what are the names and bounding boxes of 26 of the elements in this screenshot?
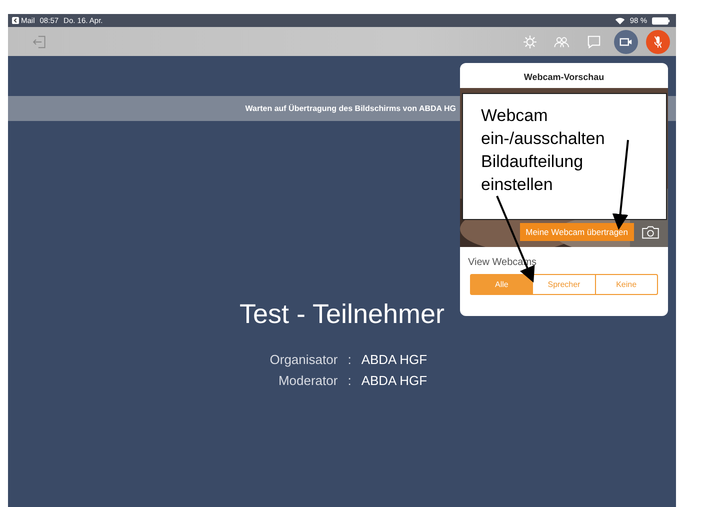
role-value: ABDA HGF — [361, 373, 428, 388]
annotation-text: Bildaufteilung — [481, 151, 584, 173]
role-separator: : — [348, 352, 352, 367]
view-segment[interactable]: Alle — [471, 275, 532, 294]
wifi-icon — [614, 16, 625, 24]
role-label: Organisator — [268, 352, 338, 367]
chat-bubble-icon — [586, 34, 602, 50]
popover-title: Webcam-Vorschau — [522, 71, 606, 84]
meeting-title: Test - Teilnehmer — [239, 299, 445, 330]
role-label: Moderator — [277, 373, 338, 388]
back-icon — [12, 17, 19, 24]
role-separator: : — [348, 373, 352, 388]
exit-icon[interactable] — [32, 34, 48, 50]
annotation-text: einstellen — [481, 174, 554, 196]
role-value: ABDA HGF — [361, 352, 428, 367]
battery-icon — [652, 16, 670, 24]
share-webcam-button[interactable]: Meine Webcam übertragen — [520, 223, 634, 241]
annotation-text: ein-/ausschalten — [481, 128, 606, 150]
banner-text: Warten auf Übertragung des Bildschirms von ABDA HG — [245, 104, 456, 113]
view-segment[interactable]: Keine — [594, 275, 657, 294]
camera-icon[interactable] — [641, 225, 660, 239]
microphone-button[interactable] — [646, 30, 670, 54]
view-segment[interactable]: Sprecher — [532, 275, 595, 294]
settings-icon — [522, 34, 538, 50]
webcam-button[interactable] — [614, 30, 638, 54]
annotation-text: Webcam — [481, 105, 549, 127]
